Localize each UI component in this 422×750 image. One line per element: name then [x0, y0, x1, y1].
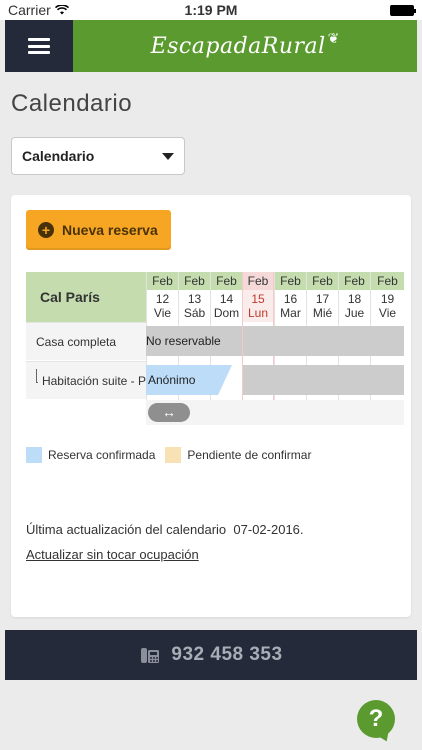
day-month: Feb	[243, 272, 273, 290]
new-reservation-button[interactable]: + Nueva reserva	[26, 210, 171, 250]
legend-swatch	[165, 447, 182, 463]
confirmed-booking-bar[interactable]: Anónimo	[146, 365, 232, 395]
day-month: Feb	[275, 272, 306, 290]
day-number: 19 Vie	[371, 290, 404, 322]
horizontal-scroll-handle[interactable]: ↔	[148, 403, 190, 422]
day-number: 18 Jue	[339, 290, 370, 322]
day-month: Feb	[179, 272, 210, 290]
day-number: 14 Dom	[211, 290, 242, 322]
page-title: Calendario	[11, 90, 133, 117]
leaf-icon: ❦	[327, 29, 340, 46]
day-month: Feb	[339, 272, 370, 290]
tree-branch-icon	[36, 368, 38, 383]
app-header: EscapadaRural ❦	[5, 20, 417, 72]
legend-item-pending: Pendiente de confirmar	[165, 447, 311, 463]
legend-item-confirmed: Reserva confirmada	[26, 447, 155, 463]
caret-down-icon	[162, 152, 174, 160]
help-button[interactable]: ?	[357, 700, 395, 738]
menu-button[interactable]	[5, 20, 73, 72]
calendar-scroll-strip: ↔	[146, 400, 404, 425]
view-select[interactable]: Calendario	[11, 137, 185, 175]
status-bar: Carrier 1:19 PM	[0, 0, 422, 20]
unit-row-label[interactable]: Casa completa	[26, 322, 146, 360]
day-month: Feb	[211, 272, 242, 290]
not-bookable-bar[interactable]: No reservable	[146, 326, 242, 356]
day-number: 17 Mié	[307, 290, 338, 322]
calendar-card: + Nueva reserva Cal París Feb 12 Vie Feb …	[11, 195, 411, 617]
footer-phone-bar[interactable]: 932 458 353	[5, 630, 417, 680]
plus-circle-icon: +	[38, 222, 54, 238]
day-number: 16 Mar	[275, 290, 306, 322]
not-bookable-bar[interactable]	[243, 365, 404, 395]
day-number: 15 Lun	[243, 290, 273, 322]
day-month: Feb	[147, 272, 178, 290]
day-month: Feb	[307, 272, 338, 290]
last-update-text: Última actualización del calendario 07-0…	[26, 522, 304, 537]
logo-bar: EscapadaRural ❦	[73, 20, 417, 72]
day-number: 13 Sáb	[179, 290, 210, 322]
property-name: Cal París	[26, 272, 146, 322]
legend: Reserva confirmada Pendiente de confirma…	[26, 447, 321, 463]
legend-swatch	[26, 447, 42, 463]
battery-icon	[390, 4, 416, 16]
day-number: 12 Vie	[147, 290, 178, 322]
phone-number[interactable]: 932 458 353	[171, 644, 282, 666]
view-select-value: Calendario	[22, 148, 95, 164]
logo: EscapadaRural	[150, 33, 326, 59]
not-bookable-bar-continued[interactable]	[243, 326, 404, 356]
phone-icon	[139, 644, 161, 666]
unit-row-label[interactable]: Habitación suite - P	[26, 361, 146, 399]
hamburger-icon	[28, 38, 50, 54]
day-month: Feb	[371, 272, 404, 290]
update-without-occupancy-link[interactable]: Actualizar sin tocar ocupación	[26, 547, 199, 562]
last-update-date: 07-02-2016	[233, 522, 300, 537]
status-time: 1:19 PM	[184, 2, 238, 18]
new-reservation-label: Nueva reserva	[62, 222, 158, 238]
